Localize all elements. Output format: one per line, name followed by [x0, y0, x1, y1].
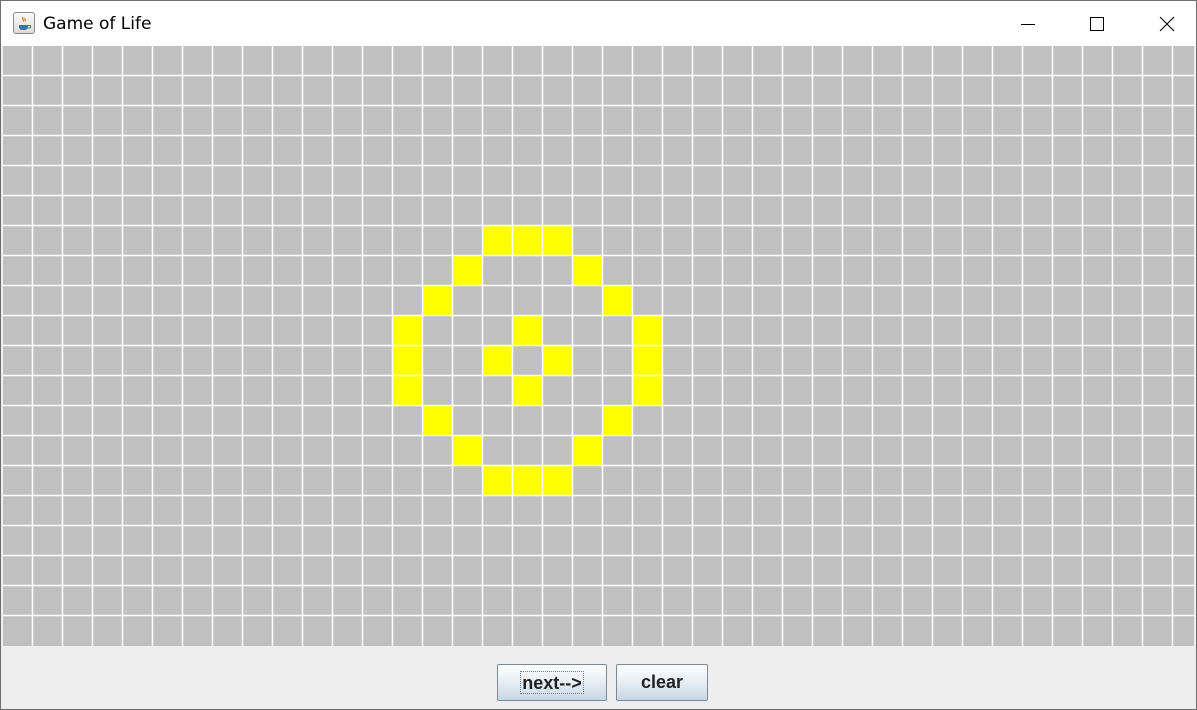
- next-button[interactable]: next-->: [497, 664, 607, 701]
- live-cell[interactable]: [393, 316, 423, 346]
- live-cell[interactable]: [513, 316, 543, 346]
- maximize-icon: [1090, 16, 1104, 31]
- maximize-button[interactable]: [1074, 1, 1120, 46]
- live-cell[interactable]: [513, 376, 543, 406]
- clear-button[interactable]: clear: [616, 664, 708, 701]
- live-cell[interactable]: [603, 286, 633, 316]
- clear-button-label: clear: [640, 672, 684, 692]
- close-button[interactable]: [1144, 1, 1190, 46]
- live-cell[interactable]: [453, 256, 483, 286]
- java-app-icon[interactable]: [13, 12, 35, 34]
- live-cell[interactable]: [423, 406, 453, 436]
- live-cell[interactable]: [483, 226, 513, 256]
- next-button-label: next-->: [520, 671, 584, 694]
- title-bar[interactable]: Game of Life: [1, 1, 1196, 46]
- live-cell[interactable]: [393, 346, 423, 376]
- live-cell[interactable]: [633, 376, 663, 406]
- live-cell[interactable]: [393, 376, 423, 406]
- minimize-button[interactable]: [1005, 1, 1051, 46]
- minimize-icon: [1021, 23, 1035, 25]
- live-cell[interactable]: [483, 346, 513, 376]
- live-cell[interactable]: [543, 466, 573, 496]
- game-of-life-window: Game of Life next--> clear: [0, 0, 1197, 710]
- control-panel: next--> clear: [1, 646, 1196, 709]
- live-cell[interactable]: [513, 466, 543, 496]
- life-grid-canvas[interactable]: [3, 46, 1194, 646]
- life-grid[interactable]: [3, 46, 1194, 646]
- live-cell[interactable]: [633, 346, 663, 376]
- live-cell[interactable]: [543, 346, 573, 376]
- close-icon: [1159, 16, 1175, 31]
- live-cell[interactable]: [543, 226, 573, 256]
- live-cell[interactable]: [633, 316, 663, 346]
- live-cell[interactable]: [603, 406, 633, 436]
- live-cell[interactable]: [513, 226, 543, 256]
- window-title: Game of Life: [43, 14, 152, 34]
- live-cell[interactable]: [483, 466, 513, 496]
- live-cell[interactable]: [573, 436, 603, 466]
- live-cell[interactable]: [573, 256, 603, 286]
- live-cell[interactable]: [423, 286, 453, 316]
- live-cell[interactable]: [453, 436, 483, 466]
